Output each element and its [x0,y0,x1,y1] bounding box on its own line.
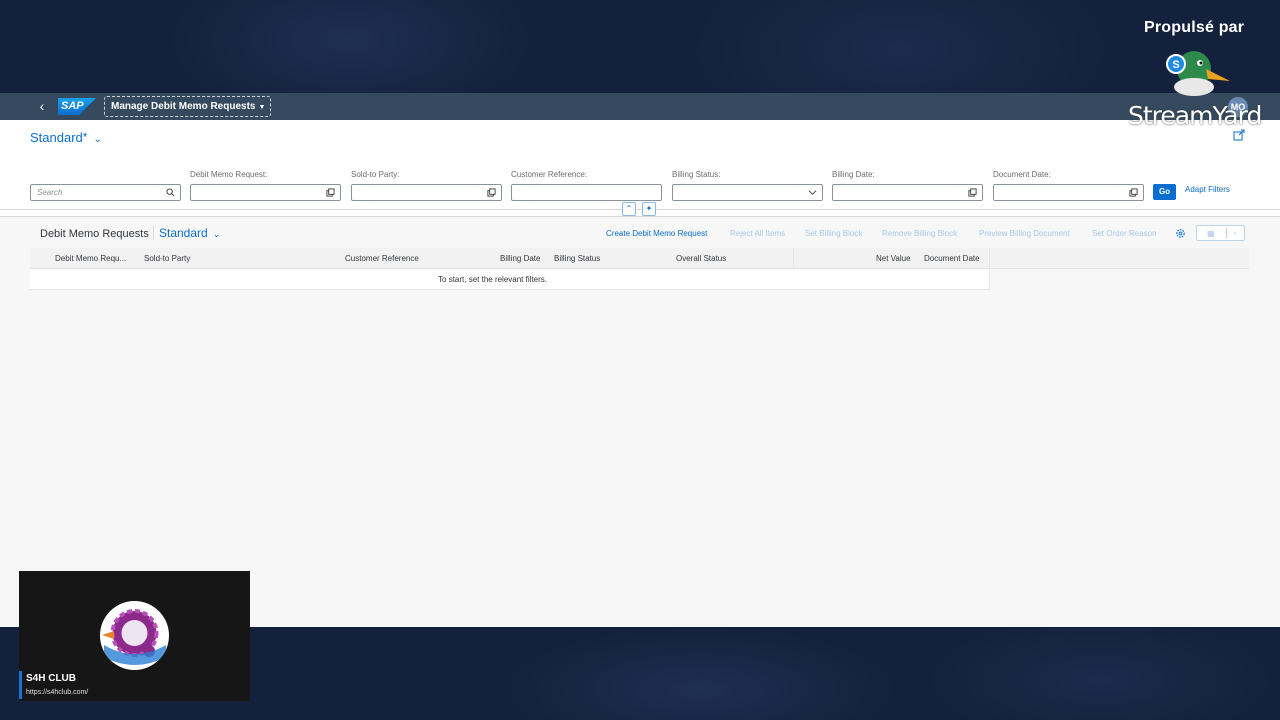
adapt-filters-button[interactable]: Adapt Filters [1185,185,1230,194]
filter-label: Document Date: [993,170,1051,179]
chevron-up-icon: ⌃ [625,204,633,213]
column-header-billing-date[interactable]: Billing Date [500,254,540,263]
svg-text:S: S [1172,59,1179,71]
value-help-icon[interactable] [487,188,496,197]
filter-label: Billing Date: [832,170,875,179]
streamyard-wordmark: StreamYard [1128,101,1262,130]
filter-billing-date: Billing Date: [832,169,983,201]
app-title: Manage Debit Memo Requests [111,101,256,112]
filter-document-date: Document Date: [993,169,1144,201]
gear-icon[interactable] [1175,228,1186,239]
share-icon[interactable] [1233,129,1245,141]
document-date-input[interactable] [993,184,1144,201]
column-header-overall-status[interactable]: Overall Status [676,254,726,263]
table-title: Debit Memo Requests [40,228,149,240]
billing-status-select[interactable] [672,184,823,201]
header-divider [0,209,1280,210]
go-button[interactable]: Go [1153,184,1176,200]
gear-logo-icon [101,602,168,669]
sap-logo[interactable]: SAP [58,98,96,115]
column-header-net-value[interactable]: Net Value [876,254,911,263]
search-icon[interactable] [166,188,175,197]
preview-billing-document-button[interactable]: Preview Billing Document [979,229,1070,238]
filter-customer-reference: Customer Reference: [511,169,662,201]
debit-memo-request-input[interactable] [190,184,341,201]
filter-header: Standard* ⌄ Search Debit Memo Request: S… [0,120,1280,217]
value-help-icon[interactable] [968,188,977,197]
back-button[interactable]: ‹ [35,98,49,114]
column-header-sold-to-party[interactable]: Sold-to Party [144,254,190,263]
streamyard-logo: S StreamYard [1128,47,1268,130]
table-empty-row: To start, set the relevant filters. [30,269,990,290]
caret-down-icon: ▼ [258,104,266,111]
search-filter: Search [30,169,181,201]
participant-video-tile: S4H CLUB https://s4hclub.com/ [19,571,250,701]
column-header-debit-memo-request[interactable]: Debit Memo Requ... [55,254,126,263]
table-header-row: Debit Memo Requ... Sold-to Party Custome… [30,248,1249,269]
variant-modified-indicator: * [82,130,88,144]
create-debit-memo-request-button[interactable]: Create Debit Memo Request [606,229,707,238]
column-header-billing-status[interactable]: Billing Status [554,254,600,263]
variant-name: Standard [30,130,83,145]
column-header-document-date[interactable]: Document Date [924,254,980,263]
empty-table-message: To start, set the relevant filters. [438,275,547,284]
billing-date-input[interactable] [832,184,983,201]
filter-label: Customer Reference: [511,170,588,179]
search-input[interactable]: Search [30,184,181,201]
shell-bar: ‹ SAP Manage Debit Memo Requests ▼ MO [0,93,1280,120]
filter-label: Debit Memo Request: [190,170,268,179]
filter-label: Sold-to Party: [351,170,400,179]
column-header-customer-reference[interactable]: Customer Reference [345,254,419,263]
remove-billing-block-button[interactable]: Remove Billing Block [882,229,957,238]
chevron-down-icon[interactable]: ⌄ [1232,228,1238,236]
participant-url: https://s4hclub.com/ [26,689,89,696]
sold-to-party-input[interactable] [351,184,502,201]
filter-billing-status: Billing Status: [672,169,823,201]
set-billing-block-button[interactable]: Set Billing Block [805,229,862,238]
value-help-icon[interactable] [1129,188,1138,197]
pin-header-button[interactable]: ✦ [642,202,656,216]
value-help-icon[interactable] [326,188,335,197]
filter-debit-memo-request: Debit Memo Request: [190,169,341,201]
reject-all-items-button[interactable]: Reject All Items [730,229,785,238]
filter-sold-to-party: Sold-to Party: [351,169,502,201]
duck-mascot-icon: S [1166,51,1230,96]
chevron-down-icon[interactable] [808,188,817,197]
customer-reference-input[interactable] [511,184,662,201]
collapse-header-button[interactable]: ⌃ [622,202,636,216]
sap-app-window: ‹ SAP Manage Debit Memo Requests ▼ MO Sta… [0,93,1280,627]
s4h-club-logo [100,601,169,670]
propulse-label: Propulsé par [1144,19,1245,36]
export-icon: ▦ [1207,229,1215,238]
set-order-reason-button[interactable]: Set Order Reason [1092,229,1156,238]
export-button[interactable]: ▦ ⌄ [1196,225,1245,241]
variant-selector[interactable]: Standard* ⌄ [30,130,102,145]
table-variant-selector[interactable]: Standard ⌄ [153,226,220,240]
filter-label: Billing Status: [672,170,721,179]
pin-icon: ✦ [645,204,653,213]
participant-name: S4H CLUB [26,673,77,684]
chevron-down-icon: ⌄ [93,134,102,145]
app-title-menu-button[interactable]: Manage Debit Memo Requests ▼ [104,96,271,117]
chevron-down-icon: ⌄ [212,229,221,239]
